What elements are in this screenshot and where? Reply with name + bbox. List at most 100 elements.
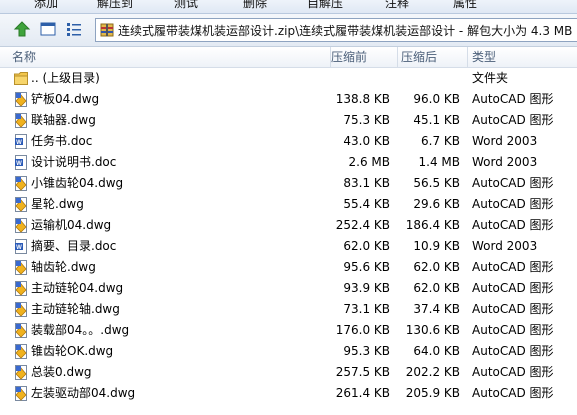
file-row[interactable]: 轴齿轮.dwg 95.6 KB 62.0 KB AutoCAD 图形 — [0, 257, 577, 278]
dwg-file-icon — [14, 260, 28, 275]
svg-text:W: W — [16, 161, 22, 167]
file-row[interactable]: 左装驱动部04.dwg 261.4 KB 205.9 KB AutoCAD 图形 — [0, 383, 577, 404]
delete-button[interactable]: 删除 — [243, 0, 267, 11]
dwg-file-icon — [14, 302, 28, 317]
file-type: AutoCAD 图形 — [472, 113, 554, 127]
dwg-file-icon — [14, 218, 28, 233]
column-packed-label: 压缩后 — [401, 50, 438, 64]
file-size: 176.0 KB — [335, 323, 390, 337]
properties-button[interactable]: 属性 — [453, 0, 477, 11]
file-type: AutoCAD 图形 — [472, 344, 554, 358]
file-type: AutoCAD 图形 — [472, 92, 554, 106]
file-type: AutoCAD 图形 — [472, 365, 554, 379]
file-row[interactable]: 装载部04。。.dwg 176.0 KB 130.6 KB AutoCAD 图形 — [0, 320, 577, 341]
file-type: AutoCAD 图形 — [472, 281, 554, 295]
svg-text:W: W — [16, 140, 22, 146]
file-packed-size: 186.4 KB — [405, 218, 460, 232]
file-packed-size: 62.0 KB — [413, 281, 460, 295]
view-list-button[interactable] — [63, 18, 84, 39]
file-type: AutoCAD 图形 — [472, 386, 554, 400]
file-name: 运输机04.dwg — [31, 218, 112, 232]
file-size: 93.9 KB — [343, 281, 390, 295]
file-row[interactable]: 主动链轮轴.dwg 73.1 KB 37.4 KB AutoCAD 图形 — [0, 299, 577, 320]
dwg-file-icon — [14, 92, 28, 107]
file-row[interactable]: 小锥齿轮04.dwg 83.1 KB 56.5 KB AutoCAD 图形 — [0, 173, 577, 194]
file-size: 55.4 KB — [343, 197, 390, 211]
file-size: 252.4 KB — [335, 218, 390, 232]
add-button[interactable]: 添加 — [34, 0, 58, 11]
file-packed-size: 6.7 KB — [421, 134, 460, 148]
column-header: 名称 压缩前 压缩后 类型 — [0, 47, 577, 68]
column-type-label: 类型 — [472, 50, 497, 64]
file-name: 主动链轮04.dwg — [31, 281, 124, 295]
column-size[interactable]: 压缩前 — [330, 47, 396, 67]
file-type: AutoCAD 图形 — [472, 176, 554, 190]
file-row[interactable]: .. (上级目录) 文件夹 — [0, 68, 577, 89]
svg-text:W: W — [16, 245, 22, 251]
file-name: 主动链轮轴.dwg — [31, 302, 120, 316]
file-type: AutoCAD 图形 — [472, 260, 554, 274]
file-name: 装载部04。。.dwg — [31, 323, 130, 337]
column-size-label: 压缩前 — [331, 50, 368, 64]
view-details-button[interactable] — [37, 18, 58, 39]
file-row[interactable]: 运输机04.dwg 252.4 KB 186.4 KB AutoCAD 图形 — [0, 215, 577, 236]
file-row[interactable]: 主动链轮04.dwg 93.9 KB 62.0 KB AutoCAD 图形 — [0, 278, 577, 299]
file-size: 2.6 MB — [348, 155, 390, 169]
file-row[interactable]: 锥齿轮OK.dwg 95.3 KB 64.0 KB AutoCAD 图形 — [0, 341, 577, 362]
file-size: 257.5 KB — [335, 365, 390, 379]
file-type: 文件夹 — [472, 71, 509, 85]
file-packed-size: 56.5 KB — [413, 176, 460, 190]
archive-icon — [100, 23, 114, 37]
file-row[interactable]: W 摘要、目录.doc 62.0 KB 10.9 KB Word 2003 — [0, 236, 577, 257]
extract-to-button[interactable]: 解压到 — [97, 0, 133, 11]
word-file-icon: W — [14, 134, 28, 149]
file-row[interactable]: 总装0.dwg 257.5 KB 202.2 KB AutoCAD 图形 — [0, 362, 577, 383]
file-name: 左装驱动部04.dwg — [31, 386, 136, 400]
file-size: 73.1 KB — [343, 302, 390, 316]
up-arrow-icon — [13, 20, 30, 36]
path-field[interactable]: 连续式履带装煤机装运部设计.zip\连续式履带装煤机装运部设计 - 解包大小为 … — [95, 18, 577, 42]
file-row[interactable]: 联轴器.dwg 75.3 KB 45.1 KB AutoCAD 图形 — [0, 110, 577, 131]
file-type: AutoCAD 图形 — [472, 197, 554, 211]
path-text: 连续式履带装煤机装运部设计.zip\连续式履带装煤机装运部设计 - 解包大小为 … — [118, 23, 573, 38]
comment-button[interactable]: 注释 — [385, 0, 409, 11]
file-row[interactable]: 星轮.dwg 55.4 KB 29.6 KB AutoCAD 图形 — [0, 194, 577, 215]
file-packed-size: 10.9 KB — [413, 239, 460, 253]
file-size: 95.3 KB — [343, 344, 390, 358]
file-row[interactable]: 铲板04.dwg 138.8 KB 96.0 KB AutoCAD 图形 — [0, 89, 577, 110]
file-type: AutoCAD 图形 — [472, 323, 554, 337]
file-size: 75.3 KB — [343, 113, 390, 127]
file-packed-size: 1.4 MB — [418, 155, 460, 169]
file-packed-size: 29.6 KB — [413, 197, 460, 211]
file-type: AutoCAD 图形 — [472, 218, 554, 232]
file-name: 联轴器.dwg — [31, 113, 96, 127]
file-name: 星轮.dwg — [31, 197, 84, 211]
word-file-icon: W — [14, 155, 28, 170]
test-button[interactable]: 测试 — [174, 0, 198, 11]
file-type: Word 2003 — [472, 155, 538, 169]
file-row[interactable]: W 任务书.doc 43.0 KB 6.7 KB Word 2003 — [0, 131, 577, 152]
column-name[interactable]: 名称 — [0, 47, 330, 67]
column-type[interactable]: 类型 — [467, 47, 577, 67]
file-name: 摘要、目录.doc — [31, 239, 117, 253]
folder-icon — [14, 71, 28, 86]
file-packed-size: 202.2 KB — [405, 365, 460, 379]
file-packed-size: 96.0 KB — [413, 92, 460, 106]
file-name: 锥齿轮OK.dwg — [31, 344, 114, 358]
file-row[interactable]: W 设计说明书.doc 2.6 MB 1.4 MB Word 2003 — [0, 152, 577, 173]
word-file-icon: W — [14, 239, 28, 254]
sfx-button[interactable]: 自解压 — [307, 0, 343, 11]
dwg-file-icon — [14, 197, 28, 212]
file-size: 95.6 KB — [343, 260, 390, 274]
dwg-file-icon — [14, 176, 28, 191]
dwg-file-icon — [14, 344, 28, 359]
toolbar: 添加 解压到 测试 删除 自解压 注释 属性 — [0, 0, 577, 14]
up-folder-button[interactable] — [11, 18, 32, 39]
file-packed-size: 62.0 KB — [413, 260, 460, 274]
address-bar: 连续式履带装煤机装运部设计.zip\连续式履带装煤机装运部设计 - 解包大小为 … — [0, 14, 577, 47]
file-packed-size: 205.9 KB — [405, 386, 460, 400]
column-packed[interactable]: 压缩后 — [397, 47, 466, 67]
window-icon — [40, 22, 55, 35]
dwg-file-icon — [14, 323, 28, 338]
file-name: .. (上级目录) — [31, 71, 100, 85]
